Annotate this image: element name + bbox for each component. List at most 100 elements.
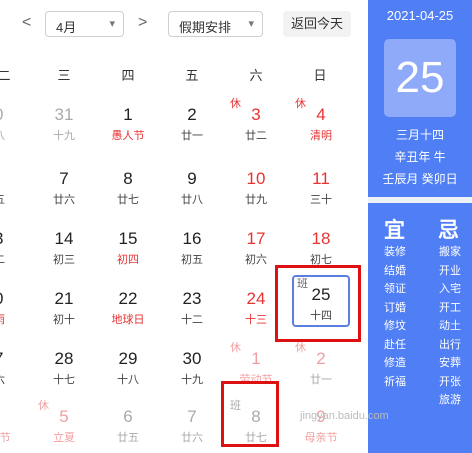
calendar-day[interactable]: 1 愚人节 — [99, 97, 157, 149]
yi-item: 赴任 — [384, 338, 406, 351]
chevron-down-icon: ▾ — [109, 18, 115, 30]
calendar-day[interactable]: 6 廿五 — [99, 399, 157, 451]
calendar-day[interactable]: 9 母亲节 — [292, 399, 350, 451]
weekday-label: 三 — [57, 68, 71, 83]
day-number: 8 — [123, 169, 133, 188]
calendar-day[interactable]: 22 地球日 — [99, 281, 157, 333]
calendar-day[interactable]: 休 3 廿二 — [227, 97, 285, 149]
calendar-day[interactable]: 7 廿六 — [163, 399, 221, 451]
day-number: 7 — [187, 407, 197, 426]
calendar-day[interactable]: 29 十八 — [99, 341, 157, 393]
month-select[interactable]: 4月 ▾ — [45, 11, 124, 37]
lunar-label: 廿九 — [245, 194, 267, 206]
lunar-label: 初三 — [53, 254, 75, 266]
day-number: 2 — [316, 349, 326, 368]
calendar-day[interactable]: 13 初二 — [0, 221, 23, 273]
day-number: 7 — [59, 169, 69, 188]
lunar-label: 廿五 — [0, 191, 23, 207]
calendar-day[interactable]: 2 廿一 — [163, 97, 221, 149]
lunar-label: 立夏 — [53, 432, 75, 444]
month-select-value: 4月 — [56, 20, 77, 35]
calendar-day[interactable]: 8 廿七 — [99, 161, 157, 213]
day-number: 15 — [118, 229, 138, 248]
lunar-label: 十九 — [181, 374, 203, 386]
yi-item: 装修 — [384, 246, 406, 258]
calendar-day[interactable]: 7 廿六 — [35, 161, 93, 213]
lunar-label: 初五 — [181, 254, 203, 266]
day-number: 5 — [59, 407, 69, 426]
lunar-label: 青年节 — [0, 432, 11, 444]
lunar-label: 十八 — [0, 127, 23, 143]
day-number: 31 — [54, 105, 74, 124]
lunar-label: 廿七 — [117, 194, 139, 206]
day-number: 9 — [187, 169, 197, 188]
yi-item: 订婚 — [384, 301, 406, 314]
lunar-label: 廿六 — [53, 194, 75, 206]
calendar-day[interactable]: 休 2 廿一 — [292, 341, 350, 393]
next-month-button[interactable]: > — [138, 14, 147, 32]
ganzhi-year: 辛丑年 牛 — [394, 150, 446, 164]
lunar-label: 廿一 — [310, 374, 332, 386]
yi-item: 领证 — [384, 283, 406, 295]
yi-item: 修造 — [384, 357, 406, 369]
yi-item: 祈福 — [384, 375, 406, 388]
day-number: 28 — [54, 349, 74, 368]
calendar-day[interactable]: 30 十八 — [0, 97, 23, 149]
calendar-day[interactable]: 16 初五 — [163, 221, 221, 273]
ji-item: 出行 — [439, 338, 461, 351]
weekday-label: 六 — [249, 68, 263, 83]
calendar-day[interactable]: 23 十二 — [163, 281, 221, 333]
calendar-day[interactable]: 10 廿九 — [227, 161, 285, 213]
divider — [368, 197, 472, 203]
ji-item: 开业 — [439, 264, 461, 277]
calendar-day[interactable]: 11 三十 — [292, 161, 350, 213]
day-number: 29 — [118, 349, 138, 368]
calendar-day[interactable]: 31 十九 — [35, 97, 93, 149]
holiday-select[interactable]: 假期安排 ▾ — [168, 11, 263, 37]
calendar-day[interactable]: 28 十七 — [35, 341, 93, 393]
ji-item: 旅游 — [439, 394, 461, 406]
day-number: 14 — [54, 229, 74, 248]
ganzhi-month-day: 壬辰月 癸卯日 — [382, 172, 458, 186]
watermark: jingyan.baidu.com — [300, 410, 389, 422]
date-detail-panel: 2021-04-25 25 三月十四 辛丑年 牛 壬辰月 癸卯日 宜 忌 装修结… — [368, 0, 472, 453]
calendar-day[interactable]: 21 初十 — [35, 281, 93, 333]
yi-item: 修坟 — [384, 320, 406, 332]
day-number: 23 — [182, 289, 202, 308]
prev-month-button[interactable]: < — [22, 14, 31, 32]
lunar-label: 初十 — [53, 314, 75, 326]
lunar-label: 十六 — [0, 371, 23, 387]
calendar-day[interactable]: 27 十六 — [0, 341, 23, 393]
calendar-day[interactable]: 休 4 清明 — [292, 97, 350, 149]
calendar-day[interactable]: 6 廿五 — [0, 161, 23, 213]
lunar-label: 廿五 — [117, 432, 139, 444]
day-number: 4 — [0, 407, 23, 427]
day-number: 18 — [311, 229, 331, 248]
weekday-label: 四 — [121, 68, 135, 83]
lunar-label: 地球日 — [111, 314, 145, 326]
calendar-day[interactable]: 30 十九 — [163, 341, 221, 393]
ji-item: 入宅 — [439, 283, 461, 295]
calendar-day[interactable]: 4 青年节 — [0, 399, 23, 451]
day-number: 20 — [0, 289, 23, 309]
lunar-label: 十九 — [53, 130, 75, 142]
weekday-label: 五 — [185, 68, 199, 83]
weekday-label: 日 — [313, 68, 327, 83]
weekday-label: 二 — [0, 68, 11, 83]
lunar-label: 十七 — [53, 374, 75, 386]
back-to-today-button[interactable]: 返回今天 — [283, 11, 351, 37]
day-number: 3 — [251, 105, 261, 124]
calendar-day[interactable]: 9 廿八 — [163, 161, 221, 213]
calendar-day[interactable]: 休 5 立夏 — [35, 399, 93, 451]
selected-date: 2021-04-25 — [386, 8, 454, 23]
toolbar: < 4月 ▾ > 假期安排 ▾ 返回今天 — [0, 0, 368, 48]
lunar-label: 三十 — [310, 194, 332, 206]
lunar-label: 廿八 — [181, 194, 203, 206]
holiday-select-value: 假期安排 — [179, 20, 232, 35]
chevron-down-icon: ▾ — [248, 18, 254, 30]
day-number: 6 — [0, 169, 23, 189]
ji-item: 安葬 — [439, 357, 461, 369]
calendar-day[interactable]: 14 初三 — [35, 221, 93, 273]
calendar-day[interactable]: 15 初四 — [99, 221, 157, 273]
calendar-day[interactable]: 20 谷雨 — [0, 281, 23, 333]
